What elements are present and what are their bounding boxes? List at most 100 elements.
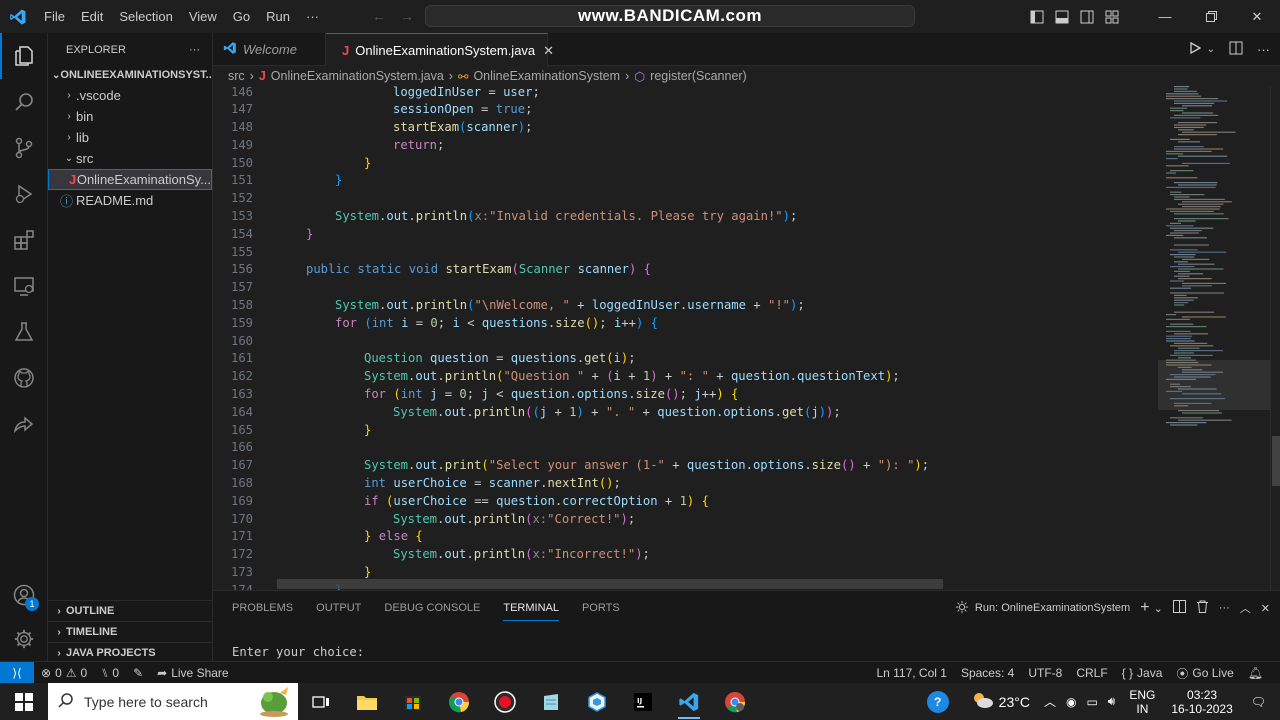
tree-item-src[interactable]: ⌄ src [48,148,212,169]
taskbar-search-box[interactable]: Type here to search [48,683,298,720]
terminal-dropdown-icon[interactable]: ⌄ [1154,602,1163,615]
microsoft-store-icon[interactable] [390,683,436,720]
tab-welcome[interactable]: Welcome [213,33,326,66]
menu-view[interactable]: View [181,9,225,24]
record-tray-icon[interactable]: ◉ [1066,695,1076,709]
manage-gear-icon[interactable] [0,616,48,662]
github-icon[interactable] [0,355,48,401]
minimize-icon[interactable]: — [1142,0,1188,33]
vscode-taskbar-icon[interactable] [666,683,712,720]
extensions-icon[interactable] [0,217,48,263]
toggle-secondary-sidebar-icon[interactable] [1074,0,1099,33]
panel-more-icon[interactable]: ··· [1219,602,1230,614]
new-terminal-icon[interactable]: + [1140,599,1149,617]
section-java-projects[interactable]: › JAVA PROJECTS [48,642,213,663]
vertical-scrollbar[interactable] [1270,86,1280,590]
breadcrumb-file[interactable]: OnlineExaminationSystem.java [271,69,444,83]
run-java-icon[interactable] [1189,41,1201,57]
terminal-instance-label[interactable]: Run: OnlineExaminationSystem [975,602,1130,614]
chrome-icon[interactable] [436,683,482,720]
breadcrumb-src[interactable]: src [228,69,245,83]
code-editor[interactable]: 146 loggedInUser = user; 147 sessionOpen =… [213,86,1158,590]
vertical-scrollbar-thumb[interactable] [1272,436,1280,486]
help-icon[interactable]: ? [926,690,949,713]
close-panel-icon[interactable]: ✕ [1261,602,1270,615]
command-center[interactable]: www.BANDICAM.com [425,5,915,27]
section-timeline[interactable]: › TIMELINE [48,621,213,642]
tree-item-java-file[interactable]: J OnlineExaminationSy... [48,169,212,190]
run-dropdown-icon[interactable]: ⌄ [1207,44,1215,55]
chrome-profile-icon[interactable] [712,683,758,720]
tab-output[interactable]: OUTPUT [316,602,361,614]
more-actions-icon[interactable]: ··· [1257,42,1270,57]
tab-ports[interactable]: PORTS [582,602,620,614]
restore-icon[interactable] [1188,0,1234,33]
customize-layout-icon[interactable] [1099,0,1124,33]
back-arrow-icon[interactable]: ← [372,8,386,24]
breadcrumb-method[interactable]: register(Scanner) [650,69,747,83]
temperature[interactable]: 23°C [999,694,1030,710]
task-view-icon[interactable] [298,683,344,720]
forward-arrow-icon[interactable]: → [400,8,414,24]
tree-item-bin[interactable]: › bin [48,106,212,127]
sync-status[interactable]: ✎ [126,666,150,680]
explorer-more-button[interactable]: ··· [189,44,200,56]
cube-app-icon[interactable] [574,683,620,720]
intellij-icon[interactable]: IJ [620,683,666,720]
split-terminal-icon[interactable] [1172,600,1186,616]
live-share-icon[interactable] [0,401,48,447]
remote-indicator-icon[interactable]: ⟩⟨ [0,661,34,684]
cursor-position[interactable]: Ln 117, Col 1 [869,666,954,680]
menu-edit[interactable]: Edit [73,9,111,24]
run-debug-icon[interactable] [0,171,48,217]
remote-explorer-icon[interactable] [0,263,48,309]
problems-status[interactable]: ⊗ 0 ⚠ 0 [34,666,94,680]
notification-center-icon[interactable]: 🗨︎ [1251,695,1266,709]
menu-selection[interactable]: Selection [111,9,180,24]
tree-item-vscode[interactable]: › .vscode [48,85,212,106]
maximize-panel-icon[interactable]: ︿ [1240,600,1251,616]
testing-icon[interactable] [0,309,48,355]
horizontal-scrollbar[interactable] [277,579,943,589]
tree-item-readme[interactable]: ⓘ README.md [48,190,212,211]
notifications-bell-icon[interactable]: 🔔︎ [1241,666,1270,680]
minimap-slider[interactable] [1158,360,1270,410]
menu-file[interactable]: File [36,9,73,24]
language-mode[interactable]: { } Java [1115,666,1170,680]
tab-terminal[interactable]: TERMINAL [503,602,559,621]
indentation[interactable]: Spaces: 4 [954,666,1021,680]
toggle-primary-sidebar-icon[interactable] [1024,0,1049,33]
menu-go[interactable]: Go [225,9,258,24]
close-window-icon[interactable]: ✕ [1234,0,1280,33]
search-icon[interactable] [0,79,48,125]
split-editor-icon[interactable] [1229,41,1243,58]
minimap[interactable] [1158,86,1270,590]
menu-more[interactable]: ··· [298,9,327,24]
language-indicator[interactable]: ENG IN [1129,688,1155,716]
tray-chevron-up-icon[interactable]: ︿ [1044,693,1056,710]
line-ending[interactable]: CRLF [1069,666,1114,680]
notepad-icon[interactable] [528,683,574,720]
bandicam-record-icon[interactable] [482,683,528,720]
live-share-status[interactable]: ➦ Live Share [150,666,235,680]
tab-debug-console[interactable]: DEBUG CONSOLE [384,602,480,614]
tab-problems[interactable]: PROBLEMS [232,602,293,614]
encoding[interactable]: UTF-8 [1021,666,1069,680]
accounts-icon[interactable]: 1 [0,572,48,618]
tab-java-file[interactable]: J OnlineExaminationSystem.java ✕ [326,33,554,67]
network-icon[interactable]: ▭ [1086,695,1097,709]
workspace-root[interactable]: ⌄ ONLINEEXAMINATIONSYST... [48,65,212,85]
tree-item-lib[interactable]: › lib [48,127,212,148]
file-explorer-icon[interactable] [344,683,390,720]
explorer-icon[interactable] [0,33,48,79]
go-live-button[interactable]: ⦿ Go Live [1169,665,1240,682]
source-control-icon[interactable] [0,125,48,171]
section-outline[interactable]: › OUTLINE [48,600,213,621]
terminal-output[interactable]: Enter your choice: [232,645,364,659]
info-status[interactable]: ⑊ 0 [94,666,126,680]
clock[interactable]: 03:23 16-10-2023 [1171,688,1232,716]
trash-icon[interactable] [1196,600,1209,616]
windows-start-icon[interactable] [0,683,48,720]
weather-icon[interactable] [971,691,993,712]
breadcrumb-class[interactable]: OnlineExaminationSystem [473,69,620,83]
